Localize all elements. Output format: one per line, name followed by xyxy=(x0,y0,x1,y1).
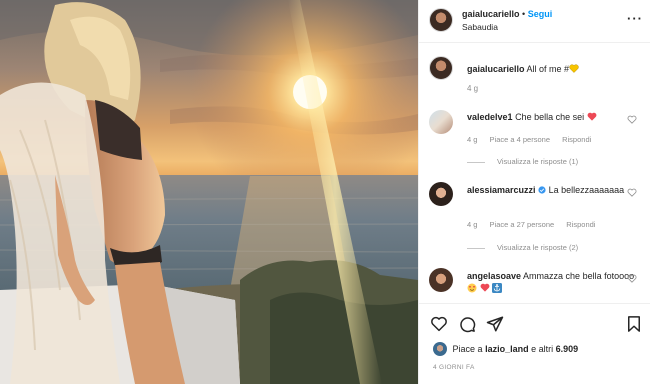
post-photo[interactable] xyxy=(0,0,418,384)
post-actions: Piace a lazio_land e altri 6.909 4 GIORN… xyxy=(419,303,650,384)
anchor-icon xyxy=(492,283,503,293)
more-options-icon[interactable]: ··· xyxy=(627,11,643,26)
reply-button[interactable]: Rispondi xyxy=(566,220,595,229)
comment-username[interactable]: alessiamarcuzzi xyxy=(467,185,536,195)
comment-meta: 4 g Piace a 27 persone Rispondi xyxy=(467,220,605,229)
post-side-panel: gaialucariello • Segui Sabaudia ··· gaia… xyxy=(418,0,650,384)
like-comment-icon[interactable] xyxy=(627,188,637,197)
caption-avatar[interactable] xyxy=(429,56,453,80)
comment-bubble-icon[interactable] xyxy=(458,315,476,333)
view-replies-label: Visualizza le risposte (2) xyxy=(497,243,579,252)
comment-text: La bellezzaaaaaaa xyxy=(548,185,625,195)
caption-time: 4 g xyxy=(467,84,479,93)
comment-meta: 4 g Piace a 4 persone Rispondi xyxy=(467,135,601,144)
like-comment-icon[interactable] xyxy=(627,115,637,124)
red-heart-icon xyxy=(480,283,489,292)
separator-dot: • xyxy=(522,9,526,19)
comment-likes[interactable]: Piace a 4 persone xyxy=(490,135,550,144)
post-header: gaialucariello • Segui Sabaudia ··· xyxy=(419,0,650,43)
comment-time: 4 g xyxy=(467,220,478,229)
comment-1: valedelve1 Che bella che sei xyxy=(467,111,637,123)
caption-username[interactable]: gaialucariello xyxy=(467,64,525,74)
comment-avatar[interactable] xyxy=(429,182,453,206)
liked-by-prefix: Piace a xyxy=(452,344,483,354)
divider-line xyxy=(467,161,485,163)
view-replies-button[interactable]: Visualizza le risposte (1) xyxy=(467,157,578,166)
author-line: gaialucariello • Segui xyxy=(462,9,552,19)
comment-likes[interactable]: Piace a 27 persone xyxy=(490,220,555,229)
caption-text: All of me # xyxy=(526,64,570,74)
save-bookmark-icon[interactable] xyxy=(625,315,643,333)
comment-3: angelasoave Ammazza che bella fotoooo xyxy=(467,270,637,294)
heart-eyes-icon xyxy=(467,283,477,293)
divider-line xyxy=(467,247,485,249)
like-comment-icon[interactable] xyxy=(627,274,637,283)
liked-by-user[interactable]: lazio_land xyxy=(485,344,529,354)
author-avatar[interactable] xyxy=(429,8,453,32)
like-heart-icon[interactable] xyxy=(430,315,448,333)
verified-badge-icon xyxy=(538,186,546,194)
comment-username[interactable]: valedelve1 xyxy=(467,112,513,122)
post-caption: gaialucariello All of me # xyxy=(467,63,645,75)
comment-text: Ammazza che bella fotoooo xyxy=(523,271,635,281)
view-replies-button[interactable]: Visualizza le risposte (2) xyxy=(467,243,578,252)
likes-count[interactable]: 6.909 xyxy=(556,344,579,354)
reply-button[interactable]: Rispondi xyxy=(562,135,591,144)
liked-by-suffix: e altri xyxy=(531,344,554,354)
post-timestamp[interactable]: 4 GIORNI FA xyxy=(433,364,475,371)
post-location[interactable]: Sabaudia xyxy=(462,22,498,32)
follow-button[interactable]: Segui xyxy=(528,9,553,19)
comment-time: 4 g xyxy=(467,135,478,144)
likes-summary: Piace a lazio_land e altri 6.909 xyxy=(433,342,578,356)
author-username[interactable]: gaialucariello xyxy=(462,9,520,19)
comment-avatar[interactable] xyxy=(429,110,453,134)
comment-avatar[interactable] xyxy=(429,268,453,292)
view-replies-label: Visualizza le risposte (1) xyxy=(497,157,579,166)
comment-2: alessiamarcuzzi La bellezzaaaaaaa xyxy=(467,184,637,196)
sunset-beach-photo xyxy=(0,0,418,384)
comment-text: Che bella che sei xyxy=(515,112,585,122)
comment-username[interactable]: angelasoave xyxy=(467,271,521,281)
liker-avatar[interactable] xyxy=(433,342,447,356)
share-paper-plane-icon[interactable] xyxy=(486,315,504,333)
yellow-heart-icon xyxy=(569,64,579,73)
red-heart-icon xyxy=(587,112,597,121)
